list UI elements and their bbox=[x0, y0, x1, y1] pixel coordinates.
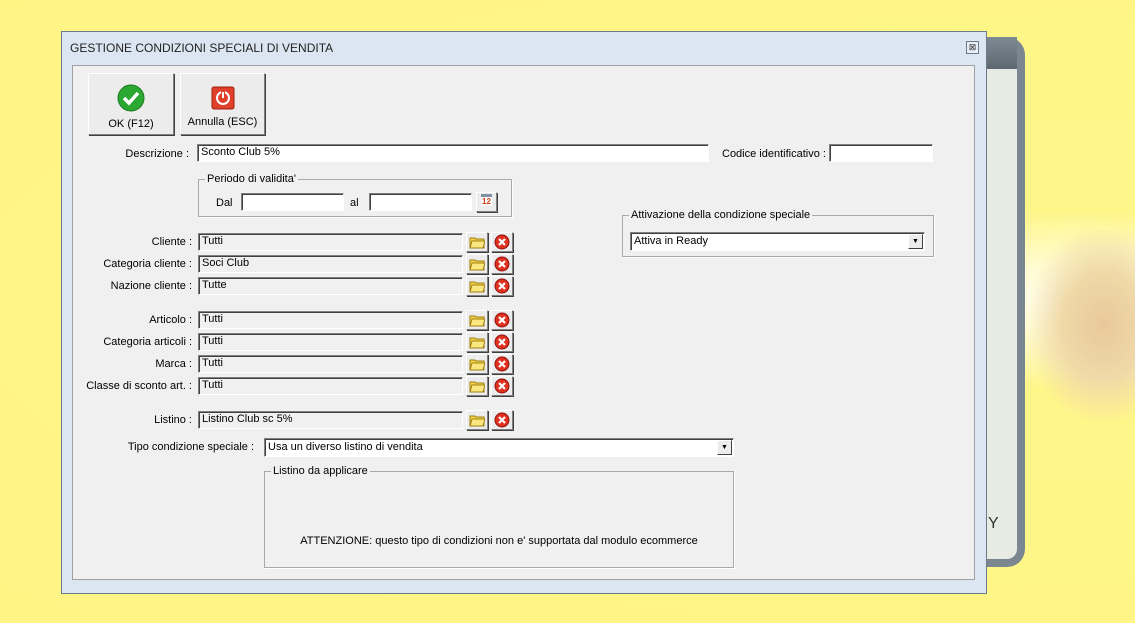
field-value[interactable]: Soci Club bbox=[198, 255, 463, 273]
delete-icon bbox=[494, 312, 510, 331]
background-image bbox=[1030, 230, 1135, 420]
attivazione-select[interactable]: Attiva in Ready ▼ bbox=[630, 232, 925, 251]
ecommerce-warning: ATTENZIONE: questo tipo di condizioni no… bbox=[300, 535, 698, 547]
delete-icon bbox=[494, 356, 510, 375]
field-value[interactable]: Listino Club sc 5% bbox=[198, 411, 463, 429]
delete-icon bbox=[494, 234, 510, 253]
clear-button[interactable] bbox=[491, 310, 513, 330]
delete-icon bbox=[494, 412, 510, 431]
al-label: al bbox=[350, 197, 359, 209]
clear-button[interactable] bbox=[491, 332, 513, 352]
clear-button[interactable] bbox=[491, 410, 513, 430]
clear-button[interactable] bbox=[491, 276, 513, 296]
attivazione-value: Attiva in Ready bbox=[634, 235, 708, 247]
dal-label: Dal bbox=[216, 197, 233, 209]
calendar-icon: 12 bbox=[481, 194, 492, 206]
tipo-select[interactable]: Usa un diverso listino di vendita ▼ bbox=[264, 438, 734, 457]
window-title: GESTIONE CONDIZIONI SPECIALI DI VENDITA bbox=[70, 41, 334, 55]
cancel-button[interactable]: Annulla (ESC) bbox=[180, 73, 265, 135]
folder-icon bbox=[469, 415, 486, 430]
field-label: Categoria cliente : bbox=[103, 258, 192, 270]
chevron-down-icon: ▼ bbox=[717, 440, 732, 455]
dal-input[interactable] bbox=[241, 193, 344, 211]
listino-applicare-legend: Listino da applicare bbox=[273, 465, 368, 477]
field-label: Categoria articoli : bbox=[103, 336, 192, 348]
browse-button[interactable] bbox=[466, 332, 488, 352]
folder-icon bbox=[469, 237, 486, 252]
field-label: Articolo : bbox=[149, 314, 192, 326]
power-icon bbox=[211, 86, 234, 110]
browse-button[interactable] bbox=[466, 310, 488, 330]
background-text: Y bbox=[988, 515, 999, 532]
field-value[interactable]: Tutti bbox=[198, 333, 463, 351]
delete-icon bbox=[494, 278, 510, 297]
folder-icon bbox=[469, 381, 486, 396]
folder-icon bbox=[469, 337, 486, 352]
clear-button[interactable] bbox=[491, 254, 513, 274]
field-value[interactable]: Tutti bbox=[198, 311, 463, 329]
browse-button[interactable] bbox=[466, 354, 488, 374]
listino-applicare-group: Listino da applicare ATTENZIONE: questo … bbox=[264, 465, 734, 568]
browse-button[interactable] bbox=[466, 254, 488, 274]
folder-icon bbox=[469, 281, 486, 296]
chevron-down-icon: ▼ bbox=[908, 234, 923, 249]
form-panel: OK (F12) Annulla (ESC) Descrizione : Sco… bbox=[72, 65, 975, 580]
field-value[interactable]: Tutti bbox=[198, 377, 463, 395]
descrizione-input[interactable]: Sconto Club 5% bbox=[197, 144, 709, 162]
descrizione-label: Descrizione : bbox=[125, 148, 189, 160]
codice-input[interactable] bbox=[829, 144, 933, 162]
delete-icon bbox=[494, 334, 510, 353]
ok-button[interactable]: OK (F12) bbox=[88, 73, 174, 135]
field-label: Classe di sconto art. : bbox=[86, 380, 192, 392]
folder-icon bbox=[469, 259, 486, 274]
dialog-window: GESTIONE CONDIZIONI SPECIALI DI VENDITA … bbox=[61, 31, 987, 594]
browse-button[interactable] bbox=[466, 232, 488, 252]
browse-button[interactable] bbox=[466, 376, 488, 396]
cancel-label: Annulla (ESC) bbox=[187, 116, 258, 128]
al-input[interactable] bbox=[369, 193, 472, 211]
folder-icon bbox=[469, 315, 486, 330]
delete-icon bbox=[494, 256, 510, 275]
checkmark-icon bbox=[117, 84, 145, 112]
browse-button[interactable] bbox=[466, 410, 488, 430]
field-label: Nazione cliente : bbox=[110, 280, 192, 292]
calendar-button[interactable]: 12 bbox=[476, 192, 497, 212]
field-value[interactable]: Tutti bbox=[198, 233, 463, 251]
tipo-label: Tipo condizione speciale : bbox=[127, 441, 254, 453]
field-label: Listino : bbox=[154, 414, 192, 426]
clear-button[interactable] bbox=[491, 376, 513, 396]
field-label: Cliente : bbox=[151, 236, 192, 248]
tipo-value: Usa un diverso listino di vendita bbox=[268, 441, 423, 453]
folder-icon bbox=[469, 359, 486, 374]
field-value[interactable]: Tutti bbox=[198, 355, 463, 373]
ok-label: OK (F12) bbox=[108, 118, 154, 130]
clear-button[interactable] bbox=[491, 232, 513, 252]
clear-button[interactable] bbox=[491, 354, 513, 374]
field-label: Marca : bbox=[155, 358, 192, 370]
browse-button[interactable] bbox=[466, 276, 488, 296]
field-value[interactable]: Tutte bbox=[198, 277, 463, 295]
delete-icon bbox=[494, 378, 510, 397]
codice-label: Codice identificativo : bbox=[722, 148, 826, 160]
periodo-legend: Periodo di validita' bbox=[207, 173, 296, 185]
attivazione-legend: Attivazione della condizione speciale bbox=[631, 209, 811, 221]
close-button[interactable]: ⊠ bbox=[966, 41, 979, 54]
